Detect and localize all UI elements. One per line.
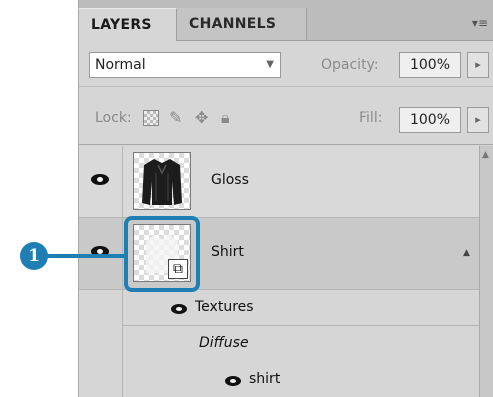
triangle-up-icon[interactable]: ▲ [463,248,470,258]
fill-field[interactable]: 100% [399,107,461,133]
layers-panel: LAYERS CHANNELS ▾≡ Normal ▼ Opacity: 100… [78,0,493,397]
tab-layers[interactable]: LAYERS [79,8,177,41]
scroll-up-icon[interactable]: ▲ [482,150,489,160]
callout-highlight-frame [124,216,200,292]
lock-transparent-pixels-icon[interactable] [143,110,159,126]
panel-menu-icon[interactable]: ▾≡ [472,16,488,30]
fill-slider-button[interactable]: ▸ [467,107,489,133]
layer-name-shirt: Shirt [211,244,244,260]
blend-row: Normal ▼ Opacity: 100% ▸ [79,42,493,87]
lock-label: Lock: [95,110,132,126]
scrollbar[interactable]: ▲ [479,146,493,397]
eye-icon [91,174,109,185]
opacity-label: Opacity: [321,57,379,73]
eye-icon[interactable] [171,304,187,314]
panel-tab-bar: LAYERS CHANNELS ▾≡ [79,0,493,41]
effects-label: Textures [195,299,254,315]
tab-channels[interactable]: CHANNELS [177,8,307,40]
layer-row-gloss[interactable]: Gloss [79,146,479,218]
visibility-toggle [79,290,123,326]
opacity-slider-button[interactable]: ▸ [467,52,489,78]
jacket-thumbnail-icon [142,159,182,205]
lock-position-icon[interactable]: ✥ [195,108,208,127]
fill-label: Fill: [359,110,383,126]
eye-icon[interactable] [225,376,241,386]
effect-item-label: shirt [249,371,281,387]
effects-row[interactable]: Textures [122,290,479,326]
layer-name-gloss: Gloss [211,172,249,188]
visibility-toggle [79,326,123,362]
opacity-field[interactable]: 100% [399,52,461,78]
lock-all-icon[interactable]: 🔒︎ [221,108,230,128]
callout-badge: 1 [20,242,48,270]
callout-line [40,254,126,258]
effect-group-label: Diffuse [199,335,249,351]
chevron-down-icon: ▼ [266,59,274,70]
blend-mode-value: Normal [95,57,146,73]
blend-mode-select[interactable]: Normal ▼ [89,52,281,78]
layer-thumbnail-gloss [133,152,191,210]
effect-item-row[interactable]: shirt [122,362,479,397]
lock-image-pixels-icon[interactable]: ✎ [169,108,182,127]
effect-group-row[interactable]: Diffuse [122,326,479,362]
visibility-toggle [79,362,123,397]
visibility-toggle[interactable] [79,146,123,218]
